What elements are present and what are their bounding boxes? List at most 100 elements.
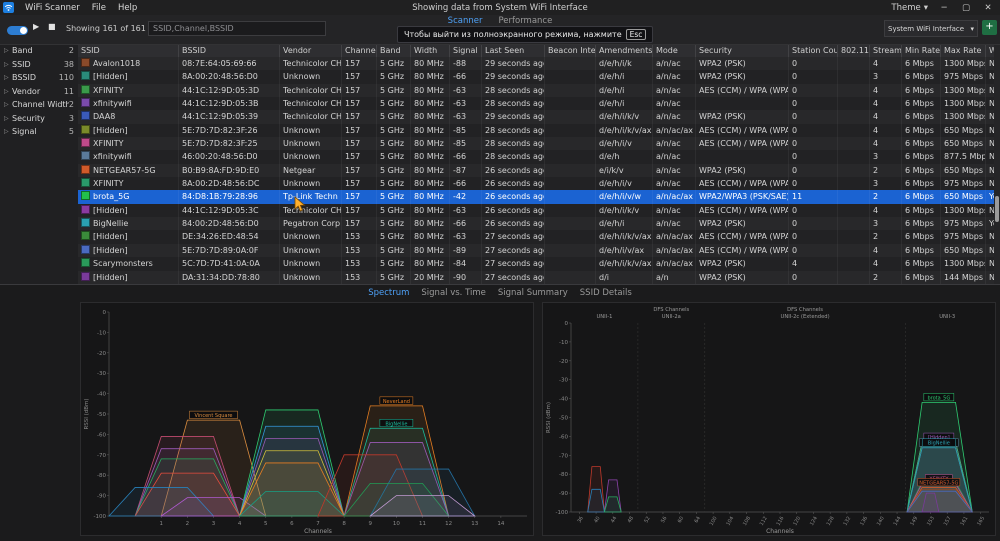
spectrum-chart-5ghz: 0-10-20-30-40-50-60-70-80-90-10036404448… [542,302,996,536]
expand-arrow-icon[interactable]: ▷ [4,74,12,81]
cell-amendments: d/e/h/i [596,217,653,230]
svg-text:52: 52 [643,516,651,525]
table-row[interactable]: [Hidden]8A:00:20:48:56:D0Unknown1575 GHz… [78,70,1000,83]
column-header-channel[interactable]: Channel [342,44,377,57]
sidebar-item-vendor[interactable]: ▷Vendor11 [0,85,78,99]
table-row[interactable]: Avalon101808:7E:64:05:69:66Technicolor C… [78,57,1000,70]
network-table: SSIDBSSIDVendorChannelBandWidthSignalLas… [78,44,1000,284]
cell-mode: a/n/ac [653,204,696,217]
expand-arrow-icon[interactable]: ▷ [4,88,12,95]
menu-file[interactable]: File [86,3,112,13]
column-header-bssid[interactable]: BSSID [179,44,280,57]
cell-min-rate: 6 Mbps [902,137,941,150]
close-button[interactable]: ✕ [982,3,994,13]
table-row[interactable]: NETGEAR57-5GB0:B9:8A:FD:9D:E0Netgear1575… [78,164,1000,177]
cell-station-count: 0 [789,177,838,190]
chart-tab-signal-summary[interactable]: Signal Summary [498,288,568,298]
network-color-swatch [81,178,90,187]
scan-toggle[interactable] [7,26,28,35]
column-header-802-11r[interactable]: 802.11r [838,44,870,57]
theme-menu[interactable]: Theme ▾ [891,3,928,13]
cell-802-11r [838,217,870,230]
table-row[interactable]: [Hidden]DA:31:34:DD:78:80Unknown1535 GHz… [78,271,1000,284]
column-header-signal[interactable]: Signal [450,44,482,57]
cell-max-rate: 650 Mbps [941,164,986,177]
cell-max-rate: 1300 Mbps [941,57,986,70]
column-header-width[interactable]: Width [411,44,450,57]
column-header-min-rate[interactable]: Min Rate [902,44,941,57]
table-scrollbar[interactable] [994,44,1000,284]
column-header-ssid[interactable]: SSID [78,44,179,57]
table-row[interactable]: DAA844:1C:12:9D:05:39Technicolor CH1575 … [78,110,1000,123]
cell-station-count: 0 [789,150,838,163]
column-header-mode[interactable]: Mode [653,44,696,57]
svg-text:14: 14 [497,521,504,527]
interface-select[interactable]: System WiFi Interface ▾ [884,20,978,37]
expand-arrow-icon[interactable]: ▷ [4,128,12,135]
column-header-vendor[interactable]: Vendor [280,44,342,57]
cell-band: 5 GHz [377,177,411,190]
sidebar-item-bssid[interactable]: ▷BSSID110 [0,71,78,85]
cell-ssid: [Hidden] [78,230,179,243]
tab-performance[interactable]: Performance [498,16,552,26]
cell-channel: 157 [342,124,377,137]
network-color-swatch [81,71,90,80]
cell-vendor: Technicolor CH [280,204,342,217]
minimize-button[interactable]: ─ [938,3,950,13]
svg-text:48: 48 [627,516,635,525]
menu-help[interactable]: Help [112,3,143,13]
table-row[interactable]: XFINITY44:1C:12:9D:05:3DTechnicolor CH15… [78,84,1000,97]
expand-arrow-icon[interactable]: ▷ [4,47,12,54]
expand-arrow-icon[interactable]: ▷ [4,61,12,68]
column-header-band[interactable]: Band [377,44,411,57]
cell-security: AES (CCM) / WPA (WPA) [696,137,789,150]
table-row[interactable]: xfinitywifi46:00:20:48:56:D0Unknown1575 … [78,150,1000,163]
maximize-button[interactable]: ▢ [960,3,972,13]
column-header-security[interactable]: Security [696,44,789,57]
sidebar-item-channel-width[interactable]: ▷Channel Width2 [0,98,78,112]
column-header-station-count[interactable]: Station Count [789,44,838,57]
column-header-amendments[interactable]: Amendments [596,44,653,57]
chart-tab-ssid-details[interactable]: SSID Details [580,288,632,298]
tab-scanner[interactable]: Scanner [448,16,483,26]
sidebar-item-ssid[interactable]: ▷SSID38 [0,58,78,72]
column-header-beacon-interval[interactable]: Beacon Interval [545,44,596,57]
cell-station-count: 0 [789,271,838,284]
expand-arrow-icon[interactable]: ▷ [4,115,12,122]
table-row[interactable]: BigNellie84:00:2D:48:56:D0Pegatron Corp1… [78,217,1000,230]
cell-security: WPA2 (PSK) [696,70,789,83]
table-row[interactable]: XFINITY8A:00:2D:48:56:DCUnknown1575 GHz8… [78,177,1000,190]
table-row[interactable]: Scarymonsters5C:7D:7D:41:0A:0AUnknown153… [78,257,1000,270]
svg-text:161: 161 [959,516,969,527]
table-row[interactable]: [Hidden]44:1C:12:9D:05:3CTechnicolor CH1… [78,204,1000,217]
column-header-max-rate[interactable]: Max Rate [941,44,986,57]
add-interface-button[interactable]: + [982,20,997,35]
table-row[interactable]: [Hidden]5E:7D:7D:89:0A:0FUnknown1535 GHz… [78,244,1000,257]
table-row[interactable]: [Hidden]5E:7D:7D:82:3F:26Unknown1575 GHz… [78,124,1000,137]
cell-width: 80 MHz [411,217,450,230]
menu-wifi-scanner[interactable]: WiFi Scanner [19,3,86,13]
sidebar-item-signal[interactable]: ▷Signal5 [0,125,78,139]
cell-bssid: 84:00:2D:48:56:D0 [179,217,280,230]
column-header-streams[interactable]: Streams [870,44,902,57]
cell-signal: -89 [450,244,482,257]
chart-tab-spectrum[interactable]: Spectrum [368,288,409,298]
cell-ssid: XFINITY [78,84,179,97]
expand-arrow-icon[interactable]: ▷ [4,101,12,108]
cell-streams: 3 [870,70,902,83]
cell-signal: -85 [450,137,482,150]
cell-bssid: 44:1C:12:9D:05:3B [179,97,280,110]
sidebar-item-security[interactable]: ▷Security3 [0,112,78,126]
column-header-last-seen[interactable]: Last Seen [482,44,545,57]
cell-last-seen: 29 seconds ago [482,70,545,83]
chart-tab-signal-vs-time[interactable]: Signal vs. Time [421,288,485,298]
table-row[interactable]: [Hidden]DE:34:26:ED:48:54Unknown1535 GHz… [78,230,1000,243]
table-row-selected[interactable]: brota_5G84:D8:1B:79:28:96Tp-Link Techn15… [78,190,1000,203]
table-row[interactable]: xfinitywifi44:1C:12:9D:05:3BTechnicolor … [78,97,1000,110]
table-row[interactable]: XFINITY5E:7D:7D:82:3F:25Unknown1575 GHz8… [78,137,1000,150]
sidebar-item-band[interactable]: ▷Band2 [0,44,78,58]
filter-label: Band [12,46,69,55]
cell-width: 80 MHz [411,137,450,150]
scrollbar-thumb[interactable] [995,196,999,222]
cell-channel: 153 [342,271,377,284]
